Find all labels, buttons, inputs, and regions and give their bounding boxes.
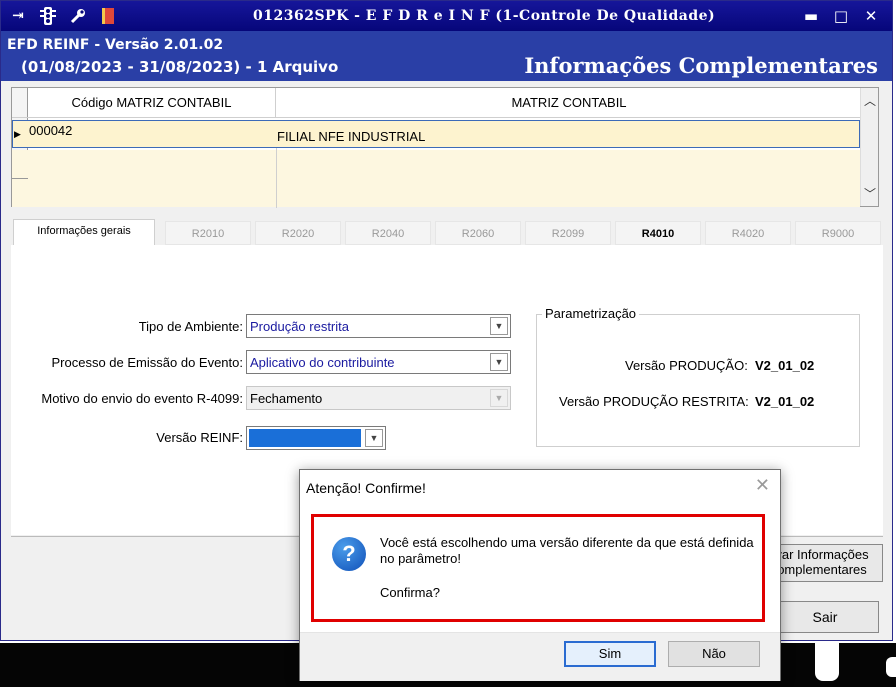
minimize-button[interactable]: ▬ — [800, 5, 822, 27]
versao-producao-value: V2_01_02 — [755, 358, 815, 373]
alert-highlight: ? Você está escolhendo uma versão difere… — [311, 514, 765, 622]
cell-codigo[interactable]: 000042 — [29, 123, 72, 138]
wrench-icon[interactable] — [69, 7, 87, 25]
close-button[interactable]: ✕ — [860, 5, 882, 27]
dialog-message: Você está escolhendo uma versão diferent… — [380, 535, 754, 566]
scroll-down-icon[interactable]: ﹀ — [861, 185, 879, 202]
table-row[interactable]: ▶ 000042 FILIAL NFE INDUSTRIAL — [12, 120, 860, 148]
question-icon: ? — [332, 537, 366, 571]
motivo-envio-select: Fechamento ▼ — [246, 386, 511, 410]
processo-emissao-select[interactable]: Aplicativo do contribuinte ▼ — [246, 350, 511, 374]
dialog-footer: Sim Não — [300, 632, 780, 681]
processo-emissao-label: Processo de Emissão do Evento: — [51, 355, 244, 370]
exit-icon[interactable]: ⇥ — [9, 7, 27, 25]
traffic-light-icon[interactable] — [39, 7, 57, 25]
versao-producao-label: Versão PRODUÇÃO: — [625, 358, 748, 373]
book-icon[interactable] — [99, 7, 117, 25]
sair-button[interactable]: Sair — [771, 601, 879, 633]
versao-restrita-value: V2_01_02 — [755, 394, 815, 409]
tipo-ambiente-select[interactable]: Produção restrita ▼ — [246, 314, 511, 338]
app-header: EFD REINF - Versão 2.01.02 (01/08/2023 -… — [1, 31, 892, 81]
column-header-matriz[interactable]: MATRIZ CONTABIL — [276, 88, 862, 117]
column-header-codigo[interactable]: Código MATRIZ CONTABIL — [28, 88, 276, 117]
tipo-ambiente-value: Produção restrita — [250, 319, 349, 334]
dialog-close-icon[interactable]: ✕ — [755, 475, 770, 496]
tab-r4020[interactable]: R4020 — [705, 221, 791, 245]
maximize-button[interactable]: □ — [830, 5, 852, 27]
titlebar-icons: ⇥ — [9, 7, 117, 25]
tab-bar: Informações gerais R2010 R2020 R2040 R20… — [13, 219, 881, 245]
section-title: Informações Complementares — [524, 53, 878, 78]
matriz-grid[interactable]: Código MATRIZ CONTABIL MATRIZ CONTABIL ▶… — [11, 87, 879, 208]
chevron-down-icon[interactable]: ▼ — [365, 429, 383, 447]
version-label: EFD REINF - Versão 2.01.02 — [7, 37, 224, 53]
window-title: 012362SPK - E F D R e I N F (1-Controle … — [253, 8, 716, 24]
chevron-down-icon: ▼ — [490, 389, 508, 407]
tipo-ambiente-label: Tipo de Ambiente: — [138, 319, 243, 334]
grid-header: Código MATRIZ CONTABIL MATRIZ CONTABIL — [12, 88, 862, 118]
confirm-dialog: Atenção! Confirme! ✕ ? Você está escolhe… — [299, 469, 781, 681]
current-row-icon: ▶ — [14, 129, 21, 139]
tab-informacoes-gerais[interactable]: Informações gerais — [13, 219, 155, 245]
period-label: (01/08/2023 - 31/08/2023) - 1 Arquivo — [21, 58, 339, 76]
processo-emissao-value: Aplicativo do contribuinte — [250, 355, 395, 370]
grid-row-line — [12, 178, 28, 179]
taskbar-gap-right — [886, 657, 896, 677]
grid-empty-area — [12, 150, 860, 207]
tab-r2040[interactable]: R2040 — [345, 221, 431, 245]
versao-reinf-selection — [249, 429, 361, 447]
chevron-down-icon[interactable]: ▼ — [490, 353, 508, 371]
nao-button[interactable]: Não — [668, 641, 760, 667]
cell-matriz[interactable]: FILIAL NFE INDUSTRIAL — [277, 129, 425, 144]
window-controls: ▬ □ ✕ — [800, 5, 882, 27]
parametrizacao-group: Parametrização Versão PRODUÇÃO: V2_01_02… — [536, 306, 860, 447]
parametrizacao-title: Parametrização — [542, 306, 640, 321]
motivo-envio-label: Motivo do envio do evento R-4099: — [41, 391, 243, 406]
versao-reinf-select[interactable]: ▼ — [246, 426, 386, 450]
grid-divider — [276, 148, 277, 208]
dialog-confirm-text: Confirma? — [380, 585, 440, 600]
tab-r2060[interactable]: R2060 — [435, 221, 521, 245]
chevron-down-icon[interactable]: ▼ — [490, 317, 508, 335]
grid-scrollbar[interactable]: ︿ ﹀ — [860, 88, 878, 206]
taskbar-gap — [815, 643, 839, 681]
sim-button[interactable]: Sim — [564, 641, 656, 667]
dialog-title: Atenção! Confirme! — [306, 480, 426, 496]
title-bar: ⇥ 012362SPK - E F D R e I N F (1-Control… — [1, 1, 892, 31]
versao-restrita-label: Versão PRODUÇÃO RESTRITA: — [559, 394, 749, 409]
tab-r2020[interactable]: R2020 — [255, 221, 341, 245]
tab-r2099[interactable]: R2099 — [525, 221, 611, 245]
tab-r4010[interactable]: R4010 — [615, 221, 701, 245]
tab-r2010[interactable]: R2010 — [165, 221, 251, 245]
versao-reinf-label: Versão REINF: — [156, 430, 243, 445]
tab-r9000[interactable]: R9000 — [795, 221, 881, 245]
motivo-envio-value: Fechamento — [250, 391, 323, 406]
scroll-up-icon[interactable]: ︿ — [861, 92, 879, 109]
